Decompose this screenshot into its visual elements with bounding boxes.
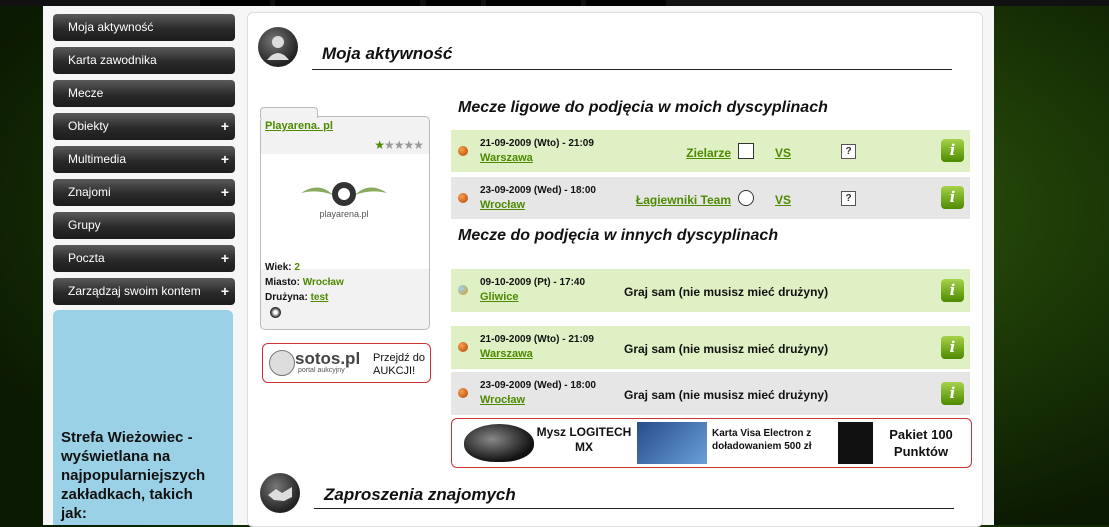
- page-container: Moja aktywność Karta zawodnika Mecze Obi…: [43, 6, 994, 527]
- basketball-icon: [458, 342, 468, 352]
- match-row: 23-09-2009 (Wed) - 18:00 Wrocław Graj sa…: [451, 372, 970, 415]
- sotos-subtitle: portal aukcyjny: [298, 367, 345, 374]
- ad-card-text: Karta Visa Electron z doładowaniem 500 z…: [712, 428, 812, 452]
- section-title-invites: Zaproszenia znajomych: [324, 485, 516, 504]
- plus-icon: +: [220, 250, 229, 266]
- other-matches-heading: Mecze do podjęcia w innych dyscyplinach: [458, 227, 779, 244]
- profile-name-link[interactable]: Playarena. pl: [265, 120, 333, 132]
- menu-item-karta-zawodnika[interactable]: Karta zawodnika: [53, 47, 235, 74]
- menu-label: Karta zawodnika: [68, 53, 157, 67]
- pig-logo-icon: [269, 350, 295, 376]
- match-row: 21-09-2009 (Wto) - 21:09 Warszawa Zielar…: [451, 130, 970, 172]
- info-button[interactable]: i: [941, 139, 964, 162]
- svg-text:playarena.pl: playarena.pl: [319, 209, 368, 219]
- sotos-brand: sotos.pl: [295, 349, 361, 368]
- profile-photo[interactable]: playarena.pl: [261, 154, 429, 269]
- menu-item-zarzadzaj-kontem[interactable]: Zarządzaj swoim kontem +: [53, 278, 235, 305]
- profile-card: Playarena. pl ★★★★★ playarena.pl Wiek: 2…: [260, 107, 430, 330]
- basketball-icon: [458, 193, 468, 203]
- match-row: 09-10-2009 (Pt) - 17:40 Gliwice Graj sam…: [451, 269, 970, 312]
- vs-link[interactable]: VS: [775, 193, 791, 207]
- age-value: 2: [294, 262, 300, 273]
- handshake-icon: [260, 473, 300, 513]
- team-link[interactable]: test: [311, 292, 329, 303]
- play-solo-text: Graj sam (nie musisz mieć drużyny): [624, 285, 829, 299]
- visa-card-image: [637, 422, 707, 464]
- section-title-activity: Moja aktywność: [322, 44, 453, 63]
- star-icon: ★: [374, 138, 385, 152]
- match-city-link[interactable]: Gliwice: [480, 291, 519, 303]
- match-city-link[interactable]: Warszawa: [480, 348, 533, 360]
- menu-label: Grupy: [68, 218, 101, 232]
- info-button[interactable]: i: [941, 186, 964, 209]
- match-date: 21-09-2009 (Wto) - 21:09: [480, 334, 594, 345]
- strefa-text: Strefa Wieżowiec - wyświetlana na najpop…: [61, 429, 206, 522]
- basketball-icon: [458, 146, 468, 156]
- sidebar-menu: Moja aktywność Karta zawodnika Mecze Obi…: [53, 14, 235, 311]
- play-solo-text: Graj sam (nie musisz mieć drużyny): [624, 342, 829, 356]
- profile-info: Wiek: 2 Miasto: Wrocław Drużyna: test: [265, 262, 344, 303]
- football-icon: [270, 307, 281, 318]
- strefa-wiezowiec-banner: Strefa Wieżowiec - wyświetlana na najpop…: [53, 310, 233, 525]
- match-city-link[interactable]: Wrocław: [480, 199, 525, 211]
- menu-label: Mecze: [68, 86, 104, 100]
- card-tab: [260, 107, 318, 118]
- sotos-cta[interactable]: Przejdź do AUKCJI!: [373, 352, 428, 378]
- user-silhouette-icon: [258, 27, 298, 67]
- city-link[interactable]: Wrocław: [303, 277, 344, 288]
- menu-item-obiekty[interactable]: Obiekty +: [53, 113, 235, 140]
- unknown-opponent-icon[interactable]: ?: [841, 144, 856, 159]
- menu-item-znajomi[interactable]: Znajomi +: [53, 179, 235, 206]
- info-button[interactable]: i: [941, 382, 964, 405]
- plus-icon: +: [220, 151, 229, 167]
- plus-icon: +: [220, 283, 229, 299]
- team-link[interactable]: Łagiewniki Team: [636, 193, 731, 207]
- match-row: 21-09-2009 (Wto) - 21:09 Warszawa Graj s…: [451, 326, 970, 369]
- team-crest-icon: [738, 190, 754, 206]
- plus-icon: +: [220, 184, 229, 200]
- title-underline: [312, 69, 952, 70]
- menu-label: Poczta: [68, 251, 105, 265]
- play-solo-text: Graj sam (nie musisz mieć drużyny): [624, 388, 829, 402]
- info-button[interactable]: i: [941, 336, 964, 359]
- match-city-link[interactable]: Warszawa: [480, 152, 533, 164]
- ad-points-text: Pakiet 100 Punktów: [889, 427, 953, 459]
- menu-item-moja-aktywnosc[interactable]: Moja aktywność: [53, 14, 235, 41]
- unknown-opponent-icon[interactable]: ?: [841, 191, 856, 206]
- match-row: 23-09-2009 (Wed) - 18:00 Wrocław Łagiewn…: [451, 177, 970, 219]
- vs-link[interactable]: VS: [775, 146, 791, 160]
- match-date: 21-09-2009 (Wto) - 21:09: [480, 138, 594, 149]
- match-date: 09-10-2009 (Pt) - 17:40: [480, 277, 586, 288]
- league-matches-heading: Mecze ligowe do podjęcia w moich dyscypl…: [458, 99, 828, 116]
- menu-item-poczta[interactable]: Poczta +: [53, 245, 235, 272]
- match-date: 23-09-2009 (Wed) - 18:00: [480, 380, 596, 391]
- info-button[interactable]: i: [941, 279, 964, 302]
- points-package-image: [838, 422, 873, 464]
- prize-ad-banner[interactable]: Mysz LOGITECH MX Karta Visa Electron z d…: [451, 418, 972, 468]
- rating-stars: ★★★★★: [374, 138, 424, 152]
- team-link[interactable]: Zielarze: [686, 146, 731, 160]
- match-city-link[interactable]: Wrocław: [480, 394, 525, 406]
- star-icon: ★★★★: [383, 138, 424, 152]
- menu-label: Zarządzaj swoim kontem: [68, 284, 201, 298]
- title-underline: [314, 508, 954, 509]
- playarena-logo: playarena.pl: [301, 182, 387, 219]
- menu-item-grupy[interactable]: Grupy: [53, 212, 235, 239]
- menu-label: Moja aktywność: [68, 20, 154, 34]
- sotos-ad-banner[interactable]: sotos.pl portal aukcyjny Przejdź do AUKC…: [262, 343, 431, 383]
- menu-item-multimedia[interactable]: Multimedia +: [53, 146, 235, 173]
- basketball-icon: [458, 388, 468, 398]
- ad-mouse-text: Mysz LOGITECH MX: [536, 425, 632, 454]
- menu-label: Znajomi: [68, 185, 111, 199]
- volleyball-icon: [458, 285, 468, 295]
- mouse-image: [464, 424, 534, 462]
- menu-label: Multimedia: [68, 152, 127, 166]
- menu-item-mecze[interactable]: Mecze: [53, 80, 235, 107]
- plus-icon: +: [220, 118, 229, 134]
- team-crest-icon: [738, 143, 754, 159]
- main-panel: Moja aktywność Playarena. pl ★★★★★ playa…: [247, 12, 983, 527]
- match-date: 23-09-2009 (Wed) - 18:00: [480, 185, 596, 196]
- menu-label: Obiekty: [68, 119, 109, 133]
